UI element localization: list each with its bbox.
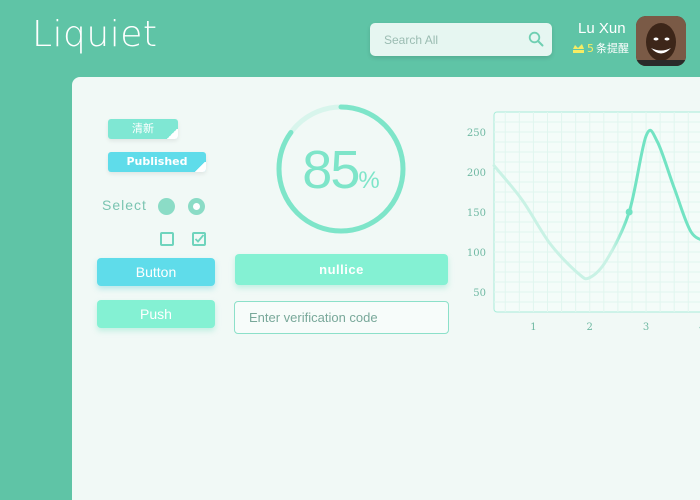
notification-indicator[interactable]: 5 条提醒 <box>572 40 629 56</box>
search-box[interactable] <box>370 23 552 56</box>
notification-count: 5 <box>587 41 594 55</box>
primary-button[interactable]: Button <box>97 258 215 286</box>
chart-data-point <box>494 165 495 166</box>
chart-data-point <box>674 188 675 189</box>
radio-option-2-selected[interactable] <box>188 198 205 215</box>
chart-y-tick-label: 50 <box>473 288 486 299</box>
chart-y-tick-label: 200 <box>467 168 486 179</box>
progress-ring: 85% <box>273 101 409 237</box>
chart-data-point <box>646 136 647 137</box>
chart-data-point <box>691 232 692 233</box>
push-button[interactable]: Push <box>97 300 215 328</box>
checkbox-unchecked[interactable] <box>160 232 174 246</box>
search-icon[interactable] <box>528 31 544 47</box>
chart-y-tick-label: 150 <box>467 208 486 219</box>
tag-fresh[interactable]: 清新 <box>108 119 178 139</box>
progress-text: 85% <box>273 139 409 201</box>
chart-data-point <box>657 141 658 142</box>
chart-y-tick-label: 100 <box>467 248 486 259</box>
checkbox-checked[interactable] <box>192 232 206 246</box>
chart-highlight-point <box>625 208 633 216</box>
check-icon <box>194 234 204 243</box>
line-chart: 501001502002501234 <box>467 111 700 333</box>
chart-data-point <box>606 260 607 261</box>
chart-data-point <box>578 273 579 274</box>
progress-unit: % <box>358 167 380 194</box>
chart-y-tick-label: 250 <box>467 128 486 139</box>
chart-data-point <box>522 200 523 201</box>
nullice-button[interactable]: nullice <box>235 254 448 285</box>
search-input[interactable] <box>370 23 520 56</box>
avatar-image <box>636 16 686 66</box>
chart-data-point <box>550 244 551 245</box>
progress-value: 85 <box>302 140 360 200</box>
user-name[interactable]: Lu Xun <box>578 20 626 37</box>
app-logo: Liquiet <box>32 14 158 55</box>
chart-x-tick-label: 1 <box>530 322 536 333</box>
tag-published[interactable]: Published <box>108 152 206 172</box>
verification-code-input[interactable] <box>234 301 449 334</box>
chart-x-tick-label: 3 <box>643 322 649 333</box>
notification-text: 条提醒 <box>596 42 629 55</box>
avatar[interactable] <box>636 16 686 66</box>
notification-icon <box>573 43 584 53</box>
chart-data-point <box>589 277 590 278</box>
chart-x-tick-label: 2 <box>587 322 593 333</box>
radio-option-1[interactable] <box>158 198 175 215</box>
select-label: Select <box>102 197 147 213</box>
